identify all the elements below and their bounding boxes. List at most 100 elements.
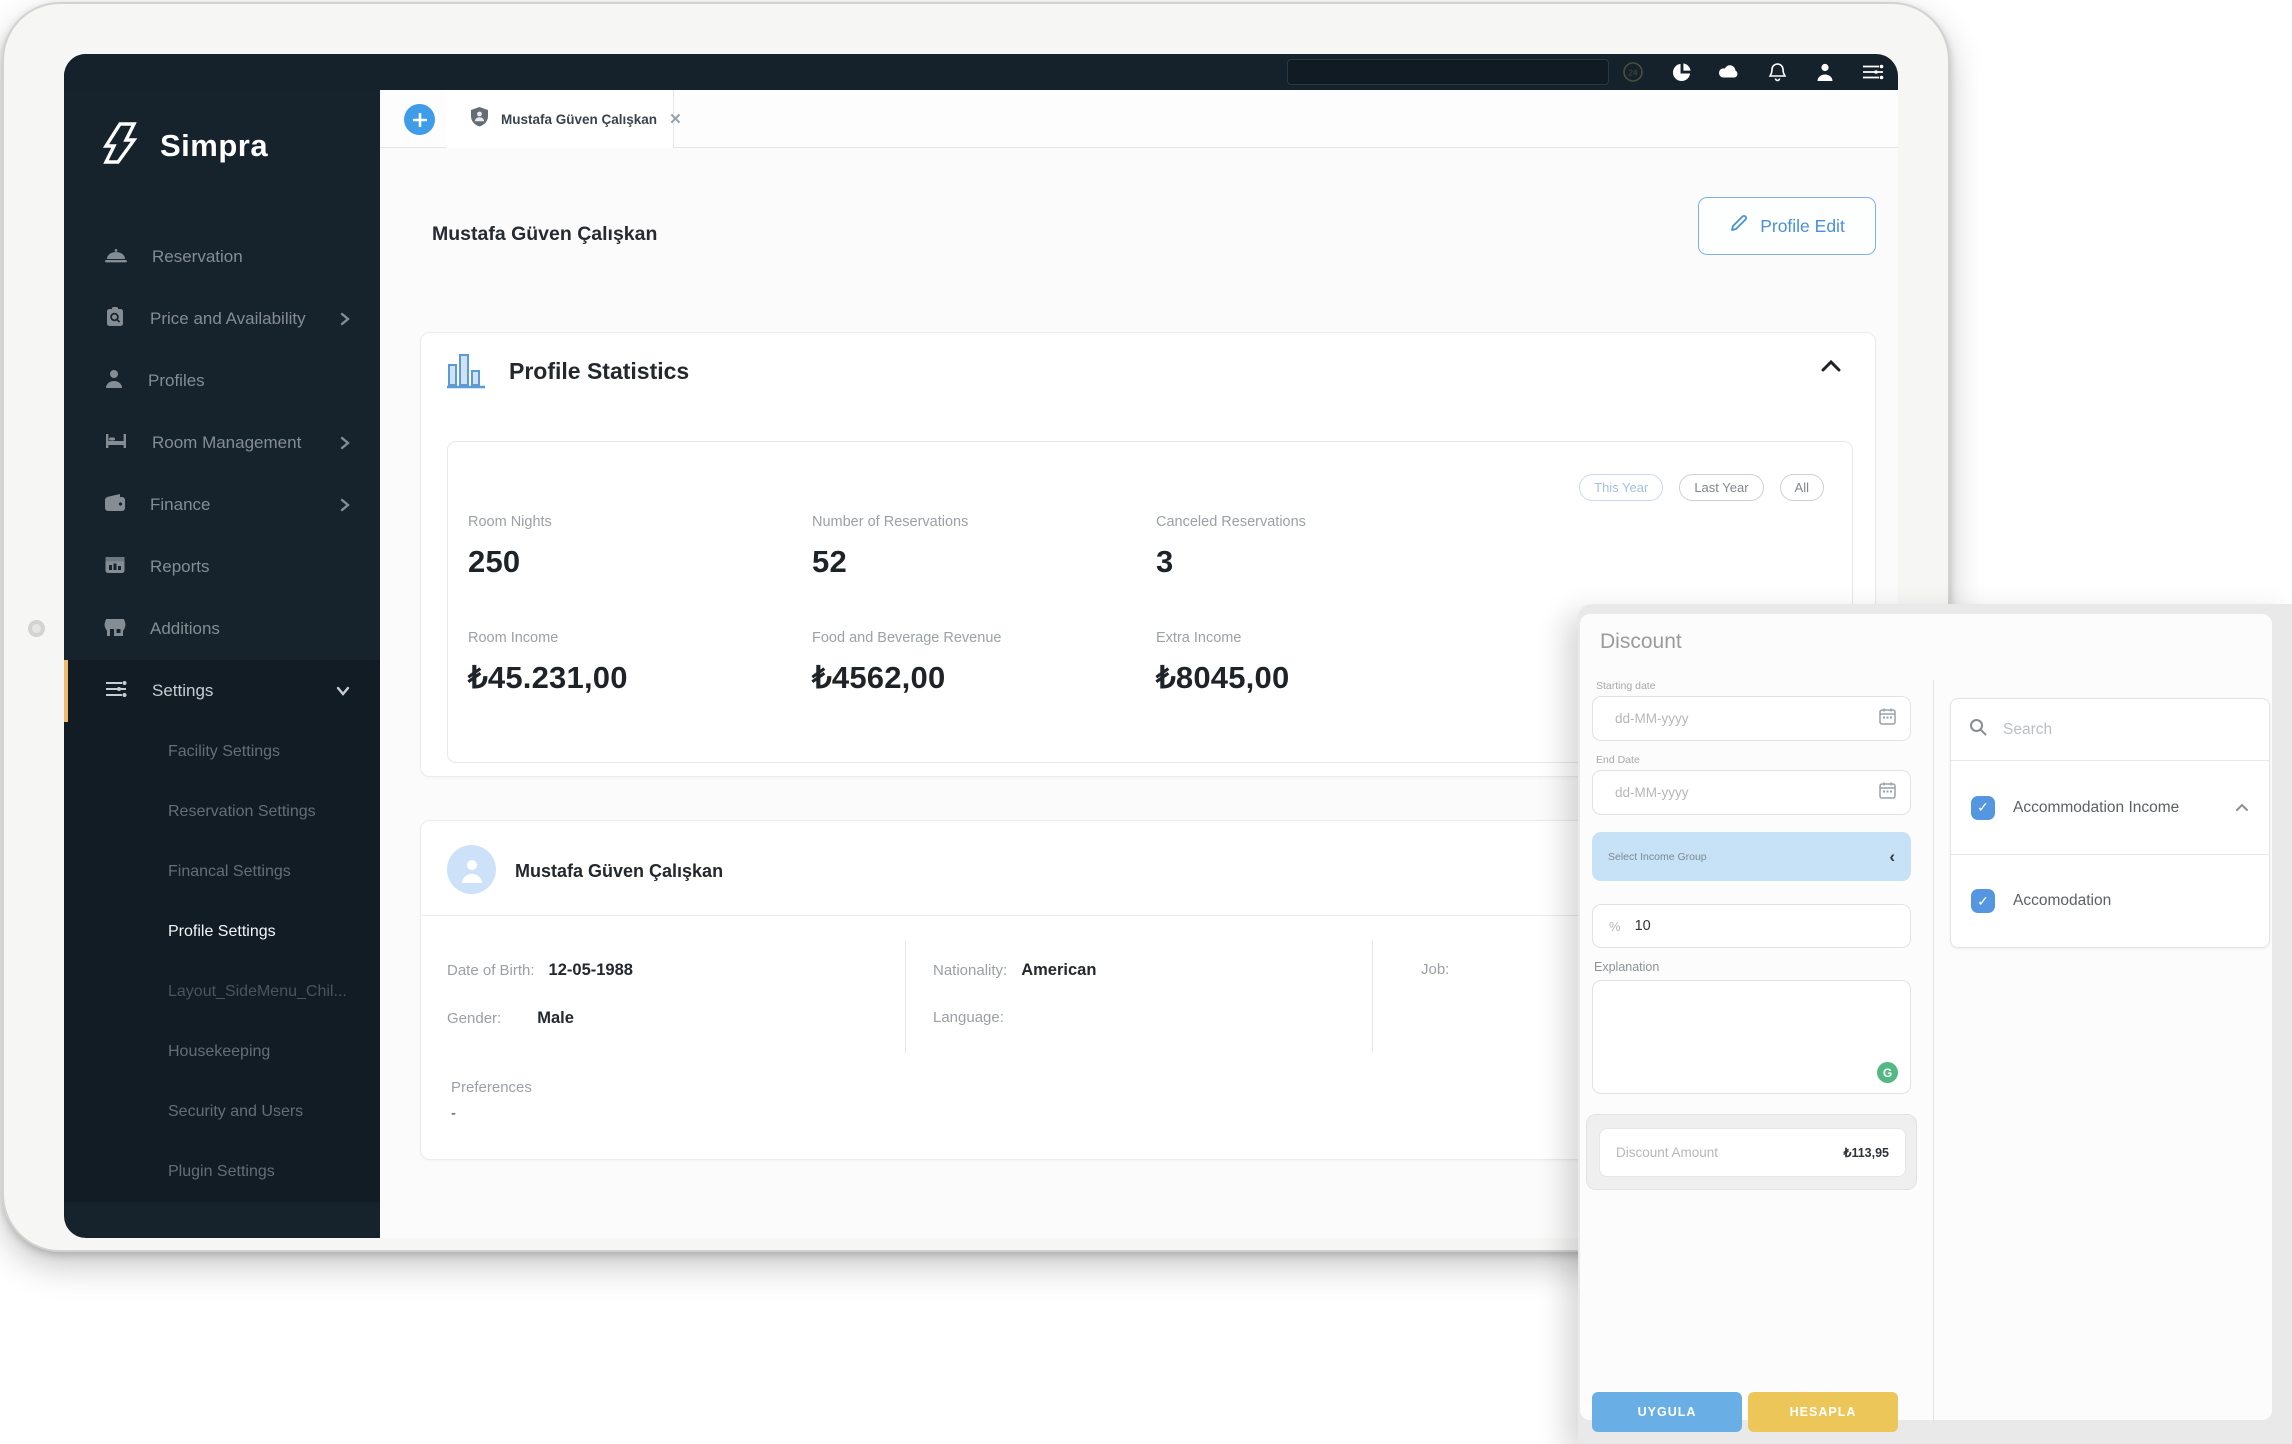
field-nationality: Nationality: American (933, 961, 1096, 980)
chevron-left-icon: ‹ (1889, 847, 1895, 867)
select-income-group-button[interactable]: Select Income Group ‹ (1592, 832, 1911, 881)
sidebar-item-additions[interactable]: Additions (64, 598, 380, 660)
sliders-icon[interactable] (1862, 61, 1884, 83)
sidebar-item-reports[interactable]: Reports (64, 536, 380, 598)
report-icon (104, 555, 126, 580)
sidebar-item-label: Finance (150, 495, 210, 515)
cloche-icon (104, 245, 128, 270)
sidebar-item-settings[interactable]: Settings (64, 660, 380, 722)
simpra-logo-icon (102, 120, 148, 171)
stat-number-of-reservations: Number of Reservations 52 (812, 514, 968, 580)
topbar-icons: 24 (1622, 54, 1884, 90)
field-gender: Gender: Male (447, 1009, 574, 1028)
discount-panel-body: Discount Starting date End Date Select I… (1580, 614, 2272, 1420)
sidebar-item-profile-settings[interactable]: Profile Settings (64, 902, 380, 962)
clock-24-icon[interactable]: 24 (1622, 61, 1644, 83)
sidebar-item-housekeeping[interactable]: Housekeeping (64, 1022, 380, 1082)
explanation-textarea[interactable] (1593, 981, 1910, 1093)
discount-amount-field[interactable]: Discount Amount ₺113,95 (1599, 1128, 1906, 1177)
topbar-search-input[interactable] (1287, 59, 1609, 85)
shield-profile-icon (470, 106, 489, 132)
sidebar-item-label: Profiles (148, 371, 205, 391)
chevron-up-icon[interactable] (2235, 803, 2249, 812)
explanation-label: Explanation (1594, 960, 1659, 974)
stat-room-nights: Room Nights 250 (468, 514, 552, 580)
explanation-field: G (1592, 980, 1911, 1094)
collapse-chevron-icon[interactable] (1821, 359, 1841, 377)
discount-panel: Discount Starting date End Date Select I… (1578, 604, 2292, 1444)
app-logo-text: Simpra (160, 128, 268, 164)
sliders-icon (104, 679, 128, 704)
chevron-down-icon (336, 686, 350, 696)
period-filters: This Year Last Year All (1579, 474, 1824, 501)
income-group-list: ✓ Accommodation Income ✓ Accomodation (1950, 698, 2270, 948)
column-divider (1372, 941, 1373, 1053)
app-logo: Simpra (102, 120, 268, 171)
store-icon (104, 617, 126, 642)
sidebar-item-label: Settings (152, 681, 213, 701)
sidebar-item-layout-sidemenu-child[interactable]: Layout_SideMenu_Chil... (64, 962, 380, 1022)
filter-last-year[interactable]: Last Year (1679, 474, 1763, 501)
sidebar-item-label: Reports (150, 557, 210, 577)
sidebar-item-finance[interactable]: Finance (64, 474, 380, 536)
page-title: Mustafa Güven Çalışkan (432, 223, 657, 246)
wallet-icon (104, 493, 126, 517)
field-language: Language: (933, 1009, 1018, 1026)
sidebar-item-label: Price and Availability (150, 309, 306, 329)
filter-all[interactable]: All (1780, 474, 1824, 501)
calendar-icon[interactable] (1879, 781, 1896, 804)
grammarly-icon[interactable]: G (1877, 1062, 1898, 1083)
chevron-right-icon (340, 312, 350, 326)
sidebar-item-financal-settings[interactable]: Financal Settings (64, 842, 380, 902)
sidebar-item-reservation-settings[interactable]: Reservation Settings (64, 782, 380, 842)
search-input[interactable] (2003, 721, 2251, 739)
bell-icon[interactable] (1766, 61, 1788, 83)
sidebar-item-label: Reservation (152, 247, 243, 267)
settings-group: Settings Facility Settings Reservation S… (64, 660, 380, 1202)
income-group-search (1951, 699, 2269, 761)
income-group-accomodation[interactable]: ✓ Accomodation (1951, 854, 2269, 947)
end-date-label: End Date (1596, 754, 1640, 766)
calendar-icon[interactable] (1879, 707, 1896, 730)
end-date-field (1592, 770, 1911, 815)
calculate-button[interactable]: HESAPLA (1748, 1392, 1898, 1432)
discount-rate-input[interactable] (1635, 918, 1896, 934)
chevron-right-icon (340, 436, 350, 450)
avatar (447, 845, 496, 894)
sidebar-item-room-management[interactable]: Room Management (64, 412, 380, 474)
sidebar-item-profiles[interactable]: Profiles (64, 350, 380, 412)
tab-mustafa-guven-caliskan[interactable]: Mustafa Güven Çalışkan ✕ (446, 90, 674, 148)
starting-date-field (1592, 696, 1911, 741)
filter-this-year[interactable]: This Year (1579, 474, 1663, 501)
sidebar-item-label: Additions (150, 619, 220, 639)
bed-icon (104, 431, 128, 456)
apply-button[interactable]: UYGULA (1592, 1392, 1742, 1432)
checkbox-checked-icon[interactable]: ✓ (1971, 889, 1995, 913)
discount-rate-field: % (1592, 904, 1911, 948)
sidebar-item-plugin-settings[interactable]: Plugin Settings (64, 1142, 380, 1202)
column-divider (905, 941, 906, 1053)
tablet-camera (28, 620, 45, 637)
starting-date-input[interactable] (1615, 711, 1879, 726)
tab-bar: Mustafa Güven Çalışkan ✕ (380, 90, 1898, 148)
panel-divider (1933, 680, 1934, 1422)
profile-edit-button[interactable]: Profile Edit (1698, 197, 1876, 255)
sidebar-item-reservation[interactable]: Reservation (64, 226, 380, 288)
pie-chart-icon[interactable] (1670, 61, 1692, 83)
sidebar-item-facility-settings[interactable]: Facility Settings (64, 722, 380, 782)
new-tab-button[interactable] (404, 104, 435, 135)
field-date-of-birth: Date of Birth: 12-05-1988 (447, 961, 633, 980)
income-group-accommodation-income[interactable]: ✓ Accommodation Income (1951, 761, 2269, 854)
checkbox-checked-icon[interactable]: ✓ (1971, 796, 1995, 820)
user-icon[interactable] (1814, 61, 1836, 83)
tab-close-icon[interactable]: ✕ (669, 110, 682, 128)
profile-name: Mustafa Güven Çalışkan (515, 861, 723, 882)
sidebar-item-security-and-users[interactable]: Security and Users (64, 1082, 380, 1142)
sidebar-item-price-and-availability[interactable]: Price and Availability (64, 288, 380, 350)
end-date-input[interactable] (1615, 785, 1879, 800)
sidebar: Simpra Reservation Price and Availabilit… (64, 54, 380, 1238)
cloud-icon[interactable] (1718, 61, 1740, 83)
price-board-icon (104, 306, 126, 333)
search-icon (1969, 718, 1987, 741)
chevron-right-icon (340, 498, 350, 512)
